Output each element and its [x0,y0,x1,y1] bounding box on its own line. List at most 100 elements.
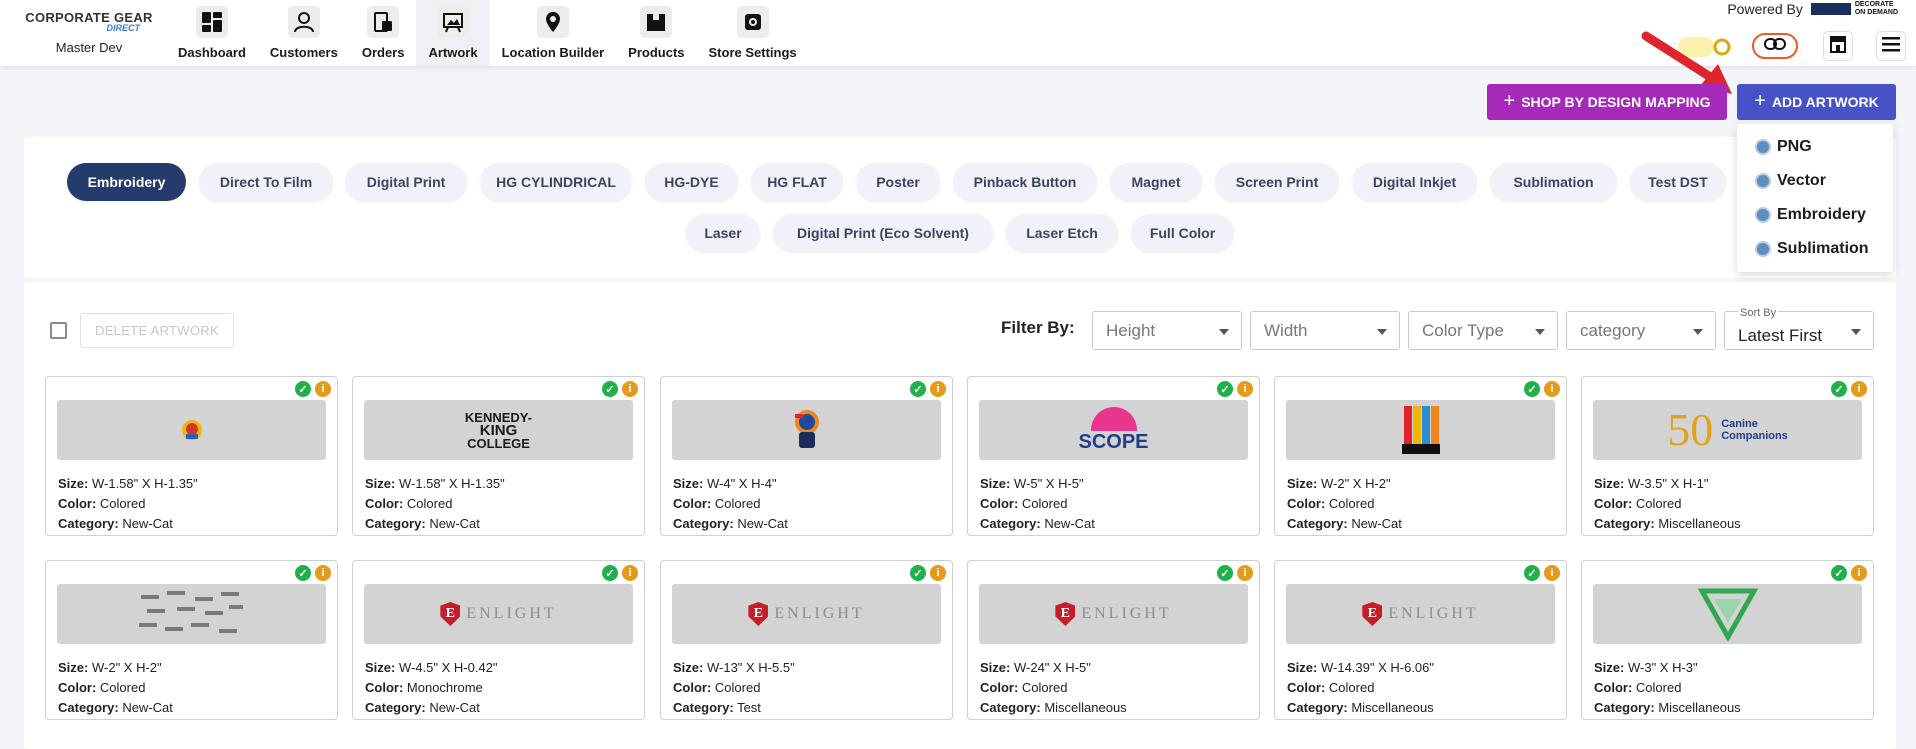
chip-digital-inkjet[interactable]: Digital Inkjet [1352,163,1477,201]
artwork-card[interactable]: ✓ i E ENLIGHT Size: W-24" X H-5" Color: Co… [967,560,1260,720]
chip-sublimation[interactable]: Sublimation [1490,163,1617,201]
artwork-card[interactable]: ✓ i KENNEDY- KING COLLEGE Size: W-1.58" X H… [352,376,645,536]
artwork-size: W-3.5" X H-1" [1627,476,1709,491]
striped-logo [1401,406,1440,454]
artwork-thumbnail: E ENLIGHT [979,584,1248,644]
menu-item-png[interactable]: PNG [1737,130,1893,164]
info-icon[interactable]: i [622,565,638,581]
nav-location-builder[interactable]: Location Builder [490,0,617,66]
color-type-filter-select[interactable]: Color Type [1408,311,1558,350]
kennedy-king-logo: KENNEDY- KING COLLEGE [464,409,533,451]
artwork-card[interactable]: ✓ i 50 Canine Companions Size: W-3.5" X H-… [1581,376,1874,536]
info-icon[interactable]: i [1544,381,1560,397]
info-icon[interactable]: i [1237,565,1253,581]
artwork-size: W-14.39" X H-6.06" [1320,660,1435,675]
option-dot-icon [1755,241,1771,257]
nav-orders[interactable]: Orders [350,0,417,66]
info-icon[interactable]: i [315,565,331,581]
brand-block[interactable]: CORPORATE GEAR DIRECT Master Dev [24,10,154,55]
chip-digital-print[interactable]: Digital Print [345,163,467,201]
chip-laser[interactable]: Laser [686,214,760,252]
artwork-card[interactable]: ✓ i Size: W-2" X H-2" Color: Colored Cate… [45,560,338,720]
info-icon[interactable]: i [930,565,946,581]
enlight-logo: E ENLIGHT [748,602,864,626]
chip-hg-cylindrical[interactable]: HG CYLINDRICAL [480,163,632,201]
artwork-thumbnail: E ENLIGHT [672,584,941,644]
partner-logo-mark [1810,3,1851,15]
approved-check-icon: ✓ [910,381,926,397]
nav-label: Location Builder [501,45,605,60]
category-chips-panel [24,137,1896,278]
sort-by-value: Latest First [1738,325,1823,345]
category-filter-select[interactable]: category [1566,311,1716,350]
width-filter-select[interactable]: Width [1250,311,1400,350]
artwork-card[interactable]: ✓ i E ENLIGHT Size: W-13" X H-5.5" Color: … [660,560,953,720]
partner-logo-text: DECORATE ON DEMAND [1854,1,1898,16]
hamburger-menu-button[interactable] [1876,31,1906,61]
chip-direct-to-film[interactable]: Direct To Film [199,163,333,201]
storefront-icon [1828,34,1848,59]
shop-by-design-mapping-button[interactable]: + SHOP BY DESIGN MAPPING [1487,84,1727,120]
nav-store-settings[interactable]: Store Settings [697,0,809,66]
nav-label: Orders [361,45,405,60]
info-icon[interactable]: i [1237,381,1253,397]
approved-check-icon: ✓ [602,381,618,397]
enlight-logo: E ENLIGHT [440,602,556,626]
info-icon[interactable]: i [1851,381,1867,397]
chip-hg-dye[interactable]: HG-DYE [645,163,738,201]
artwork-card[interactable]: ✓ i Size: W-2" X H-2" Color: Colored Cate… [1274,376,1567,536]
artwork-thumbnail: 50 Canine Companions [1593,400,1862,460]
artwork-color: Colored [1635,680,1682,695]
artwork-size: W-2" X H-2" [1320,476,1391,491]
artwork-category: Miscellaneous [1658,516,1741,531]
add-artwork-button[interactable]: + ADD ARTWORK [1737,84,1896,120]
nav-customers[interactable]: Customers [258,0,350,66]
option-dot-icon [1755,173,1771,189]
storefront-button[interactable] [1823,31,1853,61]
artwork-thumbnail [1286,400,1555,460]
artwork-card[interactable]: ✓ i Size: W-4" X H-4" Color: Colored Cate… [660,376,953,536]
artwork-category: Miscellaneous [1044,700,1127,715]
info-icon[interactable]: i [930,381,946,397]
link-button[interactable] [1752,33,1798,59]
chip-embroidery[interactable]: Embroidery [67,163,186,201]
info-icon[interactable]: i [1544,565,1560,581]
menu-item-vector[interactable]: Vector [1737,164,1893,198]
artwork-size: W-1.58" X H-1.35" [398,476,505,491]
scope-logo: SCOPE [1069,405,1159,455]
sort-by-select[interactable]: Sort By Latest First [1724,307,1874,350]
chip-magnet[interactable]: Magnet [1110,163,1202,201]
delete-artwork-button[interactable]: DELETE ARTWORK [80,313,234,348]
menu-item-sublimation[interactable]: Sublimation [1737,232,1893,266]
artwork-thumbnail: E ENLIGHT [1286,584,1555,644]
artwork-card[interactable]: ✓ i E ENLIGHT Size: W-4.5" X H-0.42" Color… [352,560,645,720]
option-dot-icon [1755,139,1771,155]
select-all-checkbox[interactable] [50,322,67,339]
chip-poster[interactable]: Poster [856,163,940,201]
chip-pinback-button[interactable]: Pinback Button [953,163,1097,201]
artwork-color: Colored [714,496,761,511]
menu-item-embroidery[interactable]: Embroidery [1737,198,1893,232]
chip-screen-print[interactable]: Screen Print [1215,163,1339,201]
artwork-card[interactable]: ✓ i E ENLIGHT Size: W-14.39" X H-6.06" Col… [1274,560,1567,720]
artwork-card[interactable]: ✓ i Size: W-1.58" X H-1.35" Color: Colore… [45,376,338,536]
chip-full-color[interactable]: Full Color [1131,214,1234,252]
nav-artwork[interactable]: Artwork [416,0,490,66]
nav-products[interactable]: Products [616,0,696,66]
chip-test-dst[interactable]: Test DST [1630,163,1726,201]
nav-dashboard[interactable]: Dashboard [166,0,258,66]
artwork-card[interactable]: ✓ i SCOPE Size: W-5" X H-5" Color: Colore… [967,376,1260,536]
approved-check-icon: ✓ [1524,381,1540,397]
chip-laser-etch[interactable]: Laser Etch [1006,214,1118,252]
height-filter-select[interactable]: Height [1092,311,1242,350]
chip-hg-flat[interactable]: HG FLAT [751,163,843,201]
artwork-card[interactable]: ✓ i Size: W-3" X H-3" Color: Colored Cate… [1581,560,1874,720]
info-icon[interactable]: i [315,381,331,397]
shop-by-design-label: SHOP BY DESIGN MAPPING [1521,94,1711,110]
artwork-size: W-3" X H-3" [1627,660,1698,675]
info-icon[interactable]: i [1851,565,1867,581]
nav-label: Store Settings [708,45,797,60]
chip-digital-print-eco-solvent[interactable]: Digital Print (Eco Solvent) [773,214,993,252]
info-icon[interactable]: i [622,381,638,397]
artwork-color: Colored [1328,680,1375,695]
